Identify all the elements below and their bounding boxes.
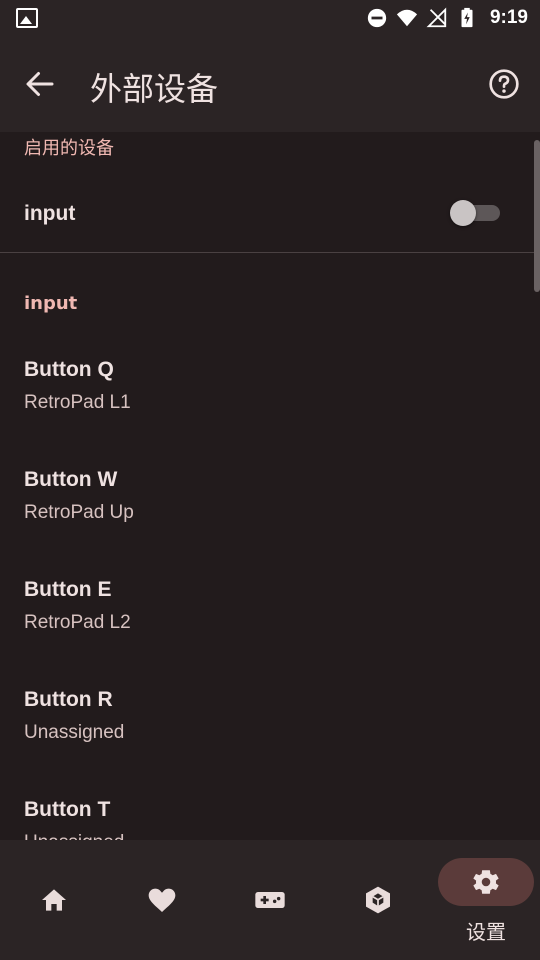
- mapping-row-4[interactable]: Button T Unassigned: [0, 782, 540, 840]
- nav-settings[interactable]: 设置: [438, 840, 540, 960]
- nav-games[interactable]: [216, 840, 324, 960]
- mapping-value: Unassigned: [24, 722, 125, 743]
- mapping-key: Button W: [24, 468, 118, 491]
- do-not-disturb-icon: [367, 8, 387, 28]
- wifi-icon: [396, 9, 418, 27]
- gear-icon: [473, 870, 499, 894]
- status-icons: 9:19: [366, 6, 528, 30]
- cube-icon: [366, 886, 390, 914]
- mapping-key: Button T: [24, 798, 111, 821]
- mapping-row-1[interactable]: Button W RetroPad Up: [0, 452, 540, 562]
- bottom-navigation: 设置: [0, 840, 540, 960]
- status-bar: 9:19: [0, 0, 540, 36]
- input-section-header: input: [24, 293, 78, 314]
- toggle-thumb: [450, 200, 476, 226]
- mapping-value: Unassigned: [24, 832, 124, 840]
- battery-charging-icon: [461, 7, 473, 28]
- scrollbar[interactable]: [534, 140, 540, 292]
- nav-cores[interactable]: [324, 840, 432, 960]
- mapping-row-2[interactable]: Button E RetroPad L2: [0, 562, 540, 672]
- back-arrow-icon[interactable]: [22, 66, 58, 102]
- page-title: 外部设备: [90, 70, 219, 108]
- no-signal-icon: [426, 7, 447, 28]
- nav-favorites[interactable]: [108, 840, 216, 960]
- mapping-value: RetroPad L2: [24, 612, 131, 633]
- mapping-value: RetroPad Up: [24, 502, 134, 523]
- mapping-row-0[interactable]: Button Q RetroPad L1: [0, 342, 540, 452]
- heart-icon: [148, 888, 176, 912]
- mapping-row-3[interactable]: Button R Unassigned: [0, 672, 540, 782]
- nav-home[interactable]: [0, 840, 108, 960]
- device-enable-toggle[interactable]: [450, 200, 500, 226]
- divider: [0, 252, 540, 253]
- enabled-devices-header: 启用的设备: [24, 138, 114, 159]
- mapping-key: Button Q: [24, 358, 114, 381]
- mapping-key: Button R: [24, 688, 113, 711]
- nav-settings-label: 设置: [466, 920, 506, 944]
- enabled-device-label: input: [24, 202, 76, 225]
- home-icon: [42, 889, 66, 911]
- gallery-notification-icon: [16, 8, 38, 28]
- status-time: 9:19: [489, 7, 528, 28]
- help-icon[interactable]: [488, 68, 520, 100]
- app-bar: 外部设备: [0, 36, 540, 132]
- mapping-key: Button E: [24, 578, 112, 601]
- mapping-value: RetroPad L1: [24, 392, 131, 413]
- settings-list[interactable]: 启用的设备 input input Button Q RetroPad L1 B…: [0, 132, 540, 840]
- gamepad-icon: [255, 892, 285, 908]
